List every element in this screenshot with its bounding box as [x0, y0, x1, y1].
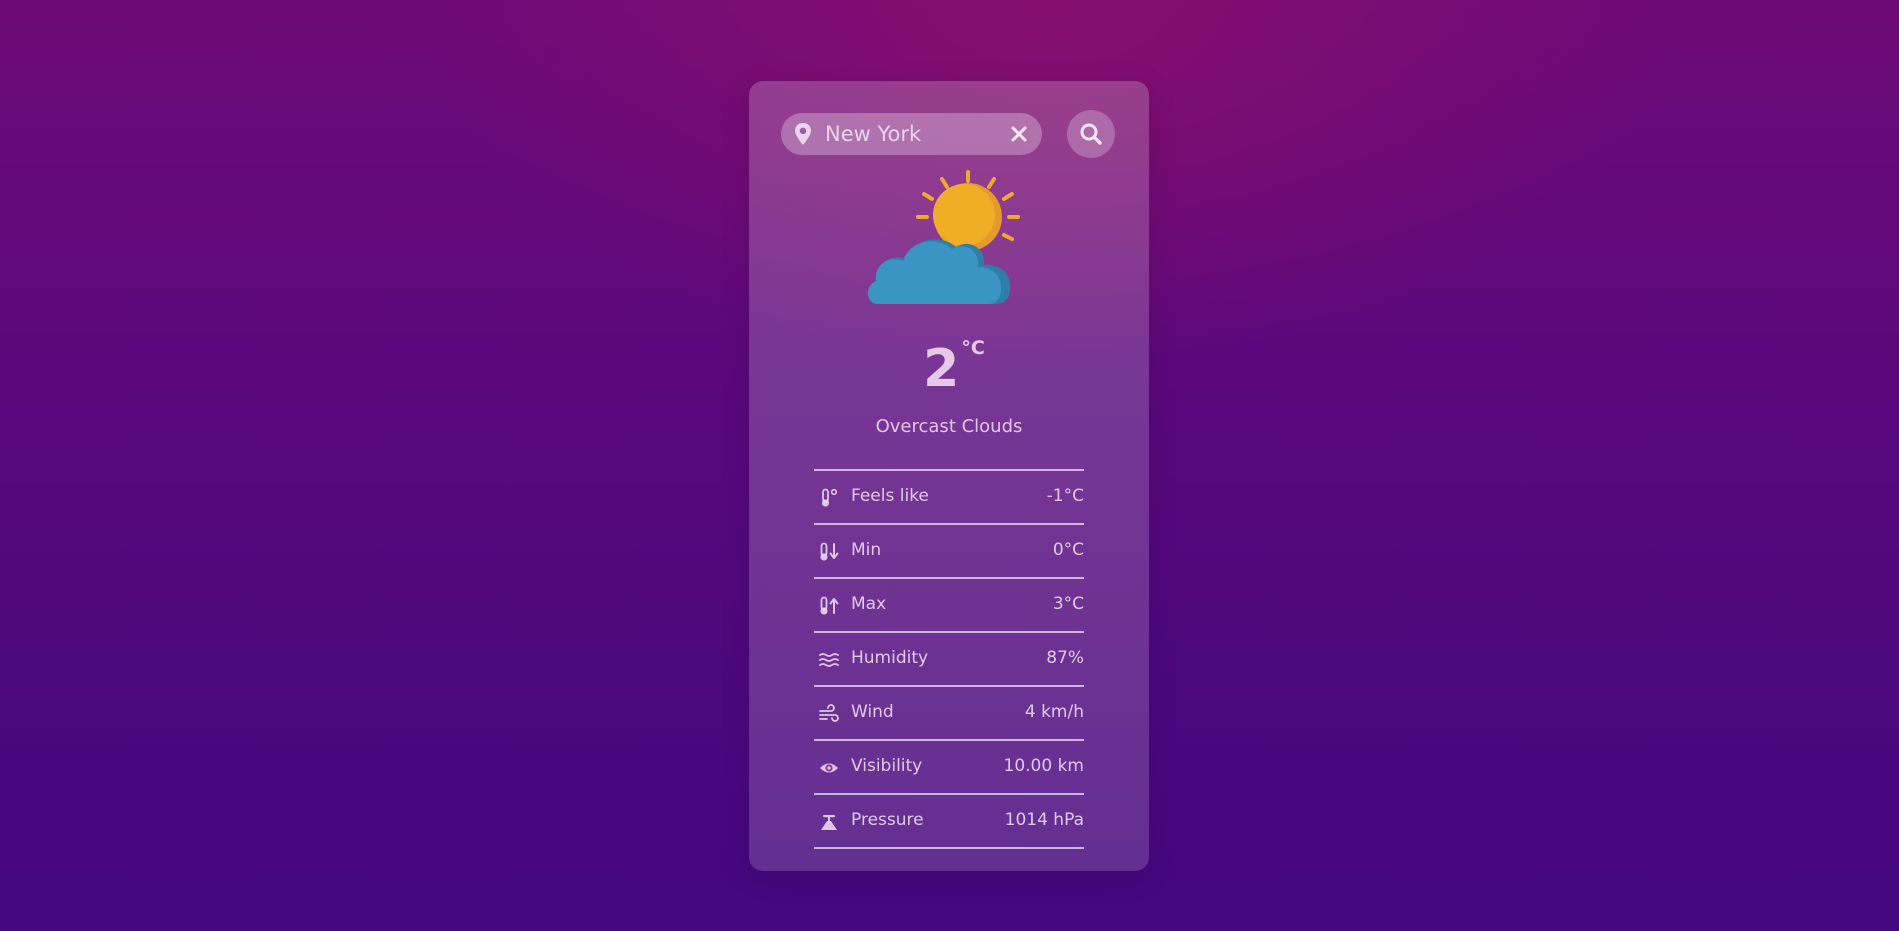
detail-value: 4 km/h [1024, 702, 1084, 722]
close-icon[interactable] [1009, 124, 1029, 144]
detail-value: -1°C [1046, 486, 1084, 506]
detail-value: 10.00 km [1003, 756, 1084, 776]
humidity-icon [819, 653, 839, 667]
detail-label: Pressure [851, 810, 924, 830]
city-search-input[interactable] [825, 119, 995, 149]
detail-value: 1014 hPa [1004, 810, 1084, 830]
weather-card: 2°C Overcast Clouds Feels like -1°C Min … [749, 81, 1149, 871]
thermometer-max-icon [820, 596, 839, 615]
partly-cloudy-icon [867, 170, 1020, 304]
detail-label: Humidity [851, 648, 929, 668]
detail-value: 87% [1046, 648, 1084, 668]
detail-label: Max [851, 594, 887, 614]
detail-label: Wind [851, 702, 894, 722]
detail-value: 0°C [1052, 540, 1084, 560]
search-button[interactable] [1067, 110, 1115, 158]
search-icon [1080, 123, 1102, 145]
thermometer-feels-icon [821, 488, 838, 507]
thermometer-min-icon [820, 542, 839, 561]
temperature-value: 2 [923, 339, 960, 399]
detail-row-visibility: Visibility 10.00 km [814, 741, 1084, 795]
pressure-icon [821, 815, 837, 830]
detail-row-humidity: Humidity 87% [814, 633, 1084, 687]
detail-value: 3°C [1052, 594, 1084, 614]
detail-row-min: Min 0°C [814, 525, 1084, 579]
detail-label: Feels like [851, 486, 929, 506]
detail-row-pressure: Pressure 1014 hPa [814, 795, 1084, 849]
eye-icon [820, 763, 838, 773]
temperature-display: 2 °C [749, 337, 1149, 399]
detail-label: Min [851, 540, 882, 560]
weather-description: Overcast Clouds [875, 416, 1023, 437]
detail-row-wind: Wind 4 km/h [814, 687, 1084, 741]
detail-row-feels-like: Feels like -1°C [814, 471, 1084, 525]
detail-label: Visibility [851, 756, 923, 776]
detail-row-max: Max 3°C [814, 579, 1084, 633]
wind-icon [819, 704, 839, 722]
weather-details-list: Feels like -1°C Min 0°C Max 3°C Humidity… [814, 469, 1084, 849]
map-pin-icon [795, 123, 811, 145]
temperature-unit: °C [961, 337, 985, 359]
location-search-bar [781, 113, 1042, 155]
